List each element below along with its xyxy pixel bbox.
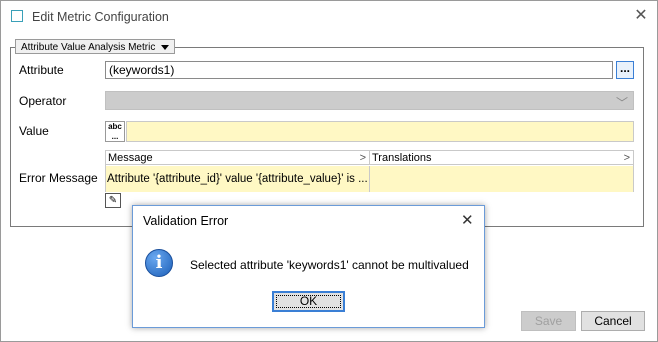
chevron-right-icon: > xyxy=(359,152,366,164)
dropdown-arrow-icon xyxy=(161,44,170,50)
value-input[interactable] xyxy=(126,121,634,142)
metric-type-label: Attribute Value Analysis Metric xyxy=(21,42,156,53)
title-bar: Edit Metric Configuration ✕ xyxy=(1,1,657,32)
text-type-icon[interactable]: abc... xyxy=(105,121,125,142)
grid-header-translations[interactable]: Translations > xyxy=(370,151,633,165)
value-label: Value xyxy=(19,124,49,138)
operator-label: Operator xyxy=(19,94,67,108)
edit-icon[interactable]: ✎ xyxy=(105,193,121,208)
dialog-message: Selected attribute 'keywords1' cannot be… xyxy=(190,258,469,272)
browse-button[interactable]: ... xyxy=(616,61,634,79)
validation-error-dialog: Validation Error ✕ i Selected attribute … xyxy=(132,205,485,328)
ok-button[interactable]: OK xyxy=(272,291,345,312)
chevron-down-icon: ﹀ xyxy=(615,96,628,110)
dialog-title: Validation Error xyxy=(143,214,229,228)
grid-header-message[interactable]: Message > xyxy=(106,151,370,165)
attribute-label: Attribute xyxy=(19,63,64,77)
error-message-label: Error Message xyxy=(19,171,98,185)
metric-type-dropdown[interactable]: Attribute Value Analysis Metric xyxy=(15,39,176,54)
operator-select[interactable]: ﹀ xyxy=(105,91,634,110)
dialog-close-icon[interactable]: ✕ xyxy=(461,211,474,229)
focus-rect xyxy=(276,295,341,308)
info-icon: i xyxy=(145,249,173,277)
cancel-button[interactable]: Cancel xyxy=(581,311,645,331)
grid-cell-translations[interactable] xyxy=(370,166,633,192)
window-icon xyxy=(11,10,23,22)
save-button[interactable]: Save xyxy=(521,311,576,331)
window-title: Edit Metric Configuration xyxy=(32,10,169,24)
close-icon[interactable]: ✕ xyxy=(631,6,651,26)
chevron-right-icon: > xyxy=(623,152,630,164)
attribute-input[interactable]: (keywords1) xyxy=(105,61,613,79)
error-message-grid: Message > Translations > Attribute '{attri… xyxy=(105,150,634,192)
grid-cell-message[interactable]: Attribute '{attribute_id}' value '{attri… xyxy=(106,166,370,192)
